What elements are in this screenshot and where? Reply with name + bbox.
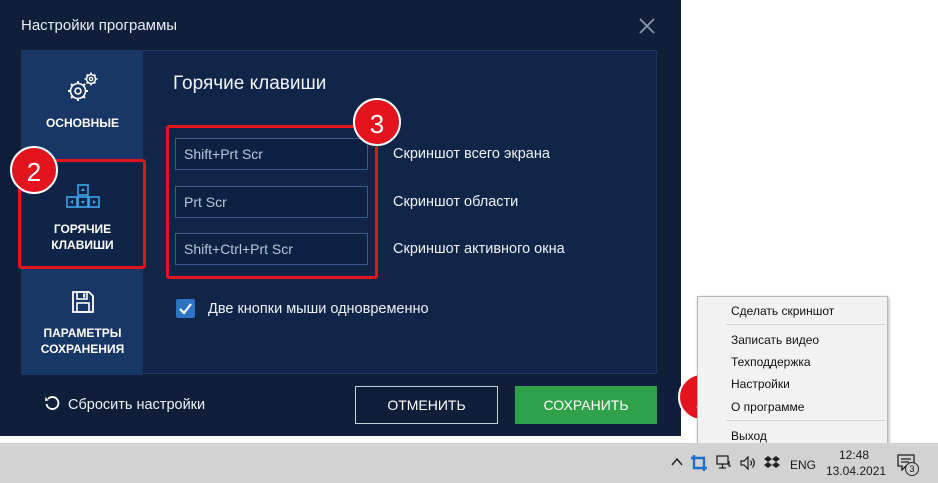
notification-count-badge: 3 bbox=[905, 462, 919, 476]
menu-item-settings[interactable]: Настройки bbox=[731, 377, 790, 391]
hotkey-fullscreen-label: Скриншот всего экрана bbox=[393, 146, 550, 162]
menu-item-support[interactable]: Техподдержка bbox=[731, 355, 811, 369]
sidebar-item-general-label: ОСНОВНЫЕ bbox=[45, 116, 120, 130]
clock-date: 13.04.2021 bbox=[826, 464, 887, 478]
hotkey-active-window-label: Скриншот активного окна bbox=[393, 241, 565, 257]
checkmark-icon bbox=[179, 303, 192, 315]
menu-item-record-video[interactable]: Записать видео bbox=[731, 333, 819, 347]
menu-item-exit[interactable]: Выход bbox=[731, 429, 767, 443]
taskbar: ENG 12:48 13.04.2021 3 bbox=[0, 443, 938, 483]
annotation-badge-3: 3 bbox=[353, 98, 401, 146]
reset-icon bbox=[44, 395, 60, 415]
tray-context-menu: Сделать скриншот Записать видео Техподде… bbox=[697, 296, 888, 448]
volume-icon[interactable] bbox=[740, 455, 756, 476]
cancel-button[interactable]: ОТМЕНИТЬ bbox=[355, 386, 498, 424]
dialog-title: Настройки программы bbox=[21, 17, 178, 34]
hotkey-area-label: Скриншот области bbox=[393, 194, 519, 210]
sidebar-item-save-label-2: СОХРАНЕНИЯ bbox=[40, 342, 125, 356]
two-mouse-buttons-label[interactable]: Две кнопки мыши одновременно bbox=[208, 301, 429, 317]
chevron-up-icon[interactable] bbox=[670, 455, 684, 474]
sidebar-item-save-label-1: ПАРАМЕТРЫ bbox=[43, 326, 122, 340]
gears-icon bbox=[22, 71, 143, 109]
save-button[interactable]: СОХРАНИТЬ bbox=[515, 386, 657, 424]
reset-settings-label: Сбросить настройки bbox=[68, 396, 206, 413]
clock[interactable]: 12:48 13.04.2021 bbox=[826, 447, 886, 479]
highlight-hotkey-fields bbox=[166, 125, 378, 279]
screenshot-app-tray-icon[interactable] bbox=[690, 454, 708, 477]
language-indicator[interactable]: ENG bbox=[790, 458, 816, 472]
floppy-disk-icon bbox=[22, 289, 143, 319]
section-title: Горячие клавиши bbox=[173, 73, 327, 94]
menu-item-take-screenshot[interactable]: Сделать скриншот bbox=[731, 304, 834, 318]
annotation-badge-2: 2 bbox=[10, 146, 58, 194]
clock-time: 12:48 bbox=[838, 448, 870, 462]
sidebar-item-general[interactable]: ОСНОВНЫЕ bbox=[22, 71, 143, 131]
menu-separator bbox=[726, 324, 886, 325]
menu-item-about[interactable]: О программе bbox=[731, 400, 804, 414]
sidebar-item-save-params[interactable]: ПАРАМЕТРЫ СОХРАНЕНИЯ bbox=[22, 289, 143, 369]
menu-separator bbox=[726, 420, 886, 421]
network-icon[interactable] bbox=[716, 455, 732, 476]
close-icon[interactable] bbox=[638, 17, 658, 37]
two-mouse-buttons-checkbox[interactable] bbox=[176, 299, 195, 318]
dropbox-icon[interactable] bbox=[764, 455, 780, 476]
reset-settings-button[interactable]: Сбросить настройки bbox=[44, 395, 205, 415]
